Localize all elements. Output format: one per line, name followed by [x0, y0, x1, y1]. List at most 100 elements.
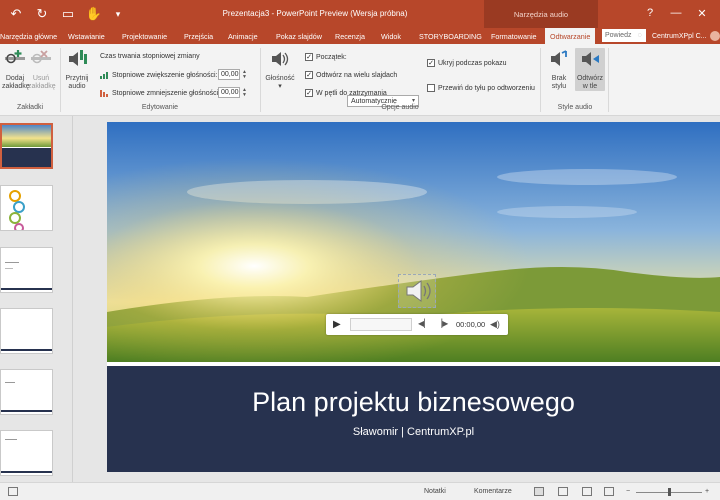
tab-playback[interactable]: Odtwarzanie — [545, 28, 596, 44]
bookmark-add-icon — [5, 50, 25, 64]
add-bookmark-button[interactable]: Dodaj zakładkę — [2, 48, 30, 91]
audio-object[interactable] — [398, 274, 436, 308]
present-icon[interactable]: ▭ — [60, 6, 76, 22]
thumbnail-photo — [2, 125, 51, 147]
rewind-label: Przewiń do tyłu po odtworzeniu — [438, 84, 535, 92]
volume-label: Głośność — [265, 75, 295, 82]
zoom-slider-thumb[interactable] — [668, 488, 671, 496]
spellcheck-icon[interactable] — [8, 487, 18, 496]
thumbnail-diagram — [9, 190, 25, 230]
thumbnail-banner — [2, 148, 51, 167]
play-icon[interactable]: ▶ — [333, 319, 341, 330]
title-bar: ↶ ↻ ▭ ✋ ▾ Prezentacja3 - PowerPoint Prev… — [0, 0, 720, 28]
normal-view-icon[interactable] — [534, 487, 544, 496]
thumbnail-footer-bar — [1, 349, 52, 351]
start-row: ✓ Początek: — [305, 53, 347, 61]
tab-home[interactable]: Narzędzia główne — [0, 28, 57, 44]
thumbnail-footer-bar — [1, 410, 52, 412]
account-area[interactable]: CentrumXPpl C... — [652, 28, 720, 44]
bookmarks-group-label: Zakładki — [16, 104, 44, 111]
slideshow-icon[interactable] — [604, 487, 614, 496]
tab-format[interactable]: Formatowanie — [491, 28, 537, 44]
slide-sorter-icon[interactable] — [558, 487, 568, 496]
skip-forward-icon[interactable]: ▕▶ — [436, 319, 448, 328]
zoom-out-icon[interactable]: − — [626, 488, 630, 495]
tab-design[interactable]: Projektowanie — [122, 28, 167, 44]
thumbnail-slide-5[interactable] — [0, 369, 53, 415]
touch-mode-icon[interactable]: ✋ — [86, 6, 102, 22]
bookmark-remove-icon — [31, 50, 51, 64]
slide-title[interactable]: Plan projektu biznesowego — [107, 387, 720, 418]
redo-icon[interactable]: ↻ — [34, 6, 50, 22]
fade-out-label: Stopniowe zmniejszenie głośności: — [112, 89, 221, 97]
help-button[interactable]: ? — [640, 5, 660, 21]
tell-me-box[interactable]: Powiedz ◌ — [602, 29, 646, 42]
tab-slideshow[interactable]: Pokaz slajdów — [276, 28, 322, 44]
group-divider — [60, 48, 61, 112]
thumbnail-text-line — [5, 262, 19, 263]
chevron-down-icon: ▾ — [411, 98, 415, 104]
window-title: Prezentacja3 - PowerPoint Preview (Wersj… — [222, 9, 408, 18]
play-in-background-button[interactable]: Odtwórz w tle — [575, 48, 605, 91]
loop-row[interactable]: ✓ W pętli do zatrzymania — [305, 89, 387, 97]
tab-review[interactable]: Recenzja — [335, 28, 365, 44]
thumbnail-slide-1[interactable] — [0, 123, 53, 169]
rewind-row[interactable]: Przewiń do tyłu po odtworzeniu — [427, 84, 535, 92]
add-bookmark-label: Dodaj zakładkę — [2, 75, 30, 90]
thumbnail-slide-3[interactable] — [0, 247, 53, 293]
tab-insert[interactable]: Wstawianie — [68, 28, 105, 44]
trim-audio-icon — [69, 50, 87, 66]
tell-me-placeholder: Powiedz — [605, 32, 632, 39]
skip-back-icon[interactable]: ◀▏ — [418, 319, 430, 328]
trim-audio-button[interactable]: Przytnij audio — [62, 48, 92, 91]
minimize-button[interactable]: — — [666, 5, 686, 21]
hide-row[interactable]: ✓ Ukryj podczas pokazu — [427, 59, 506, 67]
close-button[interactable]: ✕ — [692, 5, 712, 21]
play-across-row[interactable]: ✓ Odtwórz na wielu slajdach — [305, 71, 397, 79]
rewind-checkbox[interactable] — [427, 84, 435, 92]
fade-in-spinner[interactable]: ▲ ▼ — [241, 69, 248, 80]
hide-checkbox[interactable]: ✓ — [427, 59, 435, 67]
title-banner — [107, 366, 720, 472]
slide-thumbnail-pane: 1 2 3 4 5 6 — [0, 116, 73, 482]
status-bar: Notatki Komentarze − + — [0, 482, 720, 500]
thumbnail-text-line — [5, 268, 13, 269]
play-across-checkbox[interactable]: ✓ — [305, 71, 313, 79]
speaker-icon — [406, 280, 431, 302]
thumbnail-slide-4[interactable] — [0, 308, 53, 354]
no-style-button[interactable]: Brak stylu — [545, 48, 573, 91]
volume-button[interactable]: Głośność ▾ — [262, 48, 298, 91]
volume-icon[interactable]: ◀) — [490, 319, 500, 330]
thumbnail-footer-bar — [1, 288, 52, 290]
no-style-icon — [551, 50, 567, 66]
fade-out-input[interactable]: 00,00 — [218, 87, 240, 98]
thumbnail-slide-6[interactable] — [0, 430, 53, 476]
customize-qat-icon[interactable]: ▾ — [110, 6, 126, 22]
fade-out-spinner[interactable]: ▲ ▼ — [241, 87, 248, 98]
comments-button[interactable]: Komentarze — [474, 488, 512, 495]
contextual-tab-group: Narzędzia audio — [484, 0, 598, 28]
progress-track[interactable] — [350, 318, 412, 331]
play-across-label: Odtwórz na wielu slajdach — [316, 71, 398, 79]
audio-player[interactable]: ▶ ◀▏ ▕▶ 00:00,00 ◀) — [326, 314, 508, 335]
tab-animations[interactable]: Animacje — [228, 28, 258, 44]
reading-view-icon[interactable] — [582, 487, 592, 496]
loop-checkbox[interactable]: ✓ — [305, 89, 313, 97]
remove-bookmark-label: Usuń zakładkę — [28, 75, 56, 90]
trim-audio-label: Przytnij audio — [65, 75, 89, 90]
notes-button[interactable]: Notatki — [424, 488, 446, 495]
zoom-in-icon[interactable]: + — [705, 488, 709, 495]
account-name: CentrumXPpl C... — [652, 32, 707, 40]
remove-bookmark-button[interactable]: Usuń zakładkę — [28, 48, 56, 91]
fade-in-input[interactable]: 00,00 — [218, 69, 240, 80]
fade-in-row: Stopniowe zwiększenie głośności: — [100, 71, 217, 79]
hide-label: Ukryj podczas pokazu — [438, 59, 507, 67]
tab-transitions[interactable]: Przejścia — [184, 28, 213, 44]
tab-storyboarding[interactable]: STORYBOARDING — [419, 28, 482, 44]
slide-subtitle[interactable]: Sławomir | CentrumXP.pl — [107, 426, 720, 438]
start-checkbox[interactable]: ✓ — [305, 53, 313, 61]
tab-view[interactable]: Widok — [381, 28, 401, 44]
play-background-icon — [582, 52, 599, 66]
thumbnail-slide-2[interactable] — [0, 185, 53, 231]
save-icon[interactable]: ↶ — [8, 6, 24, 22]
